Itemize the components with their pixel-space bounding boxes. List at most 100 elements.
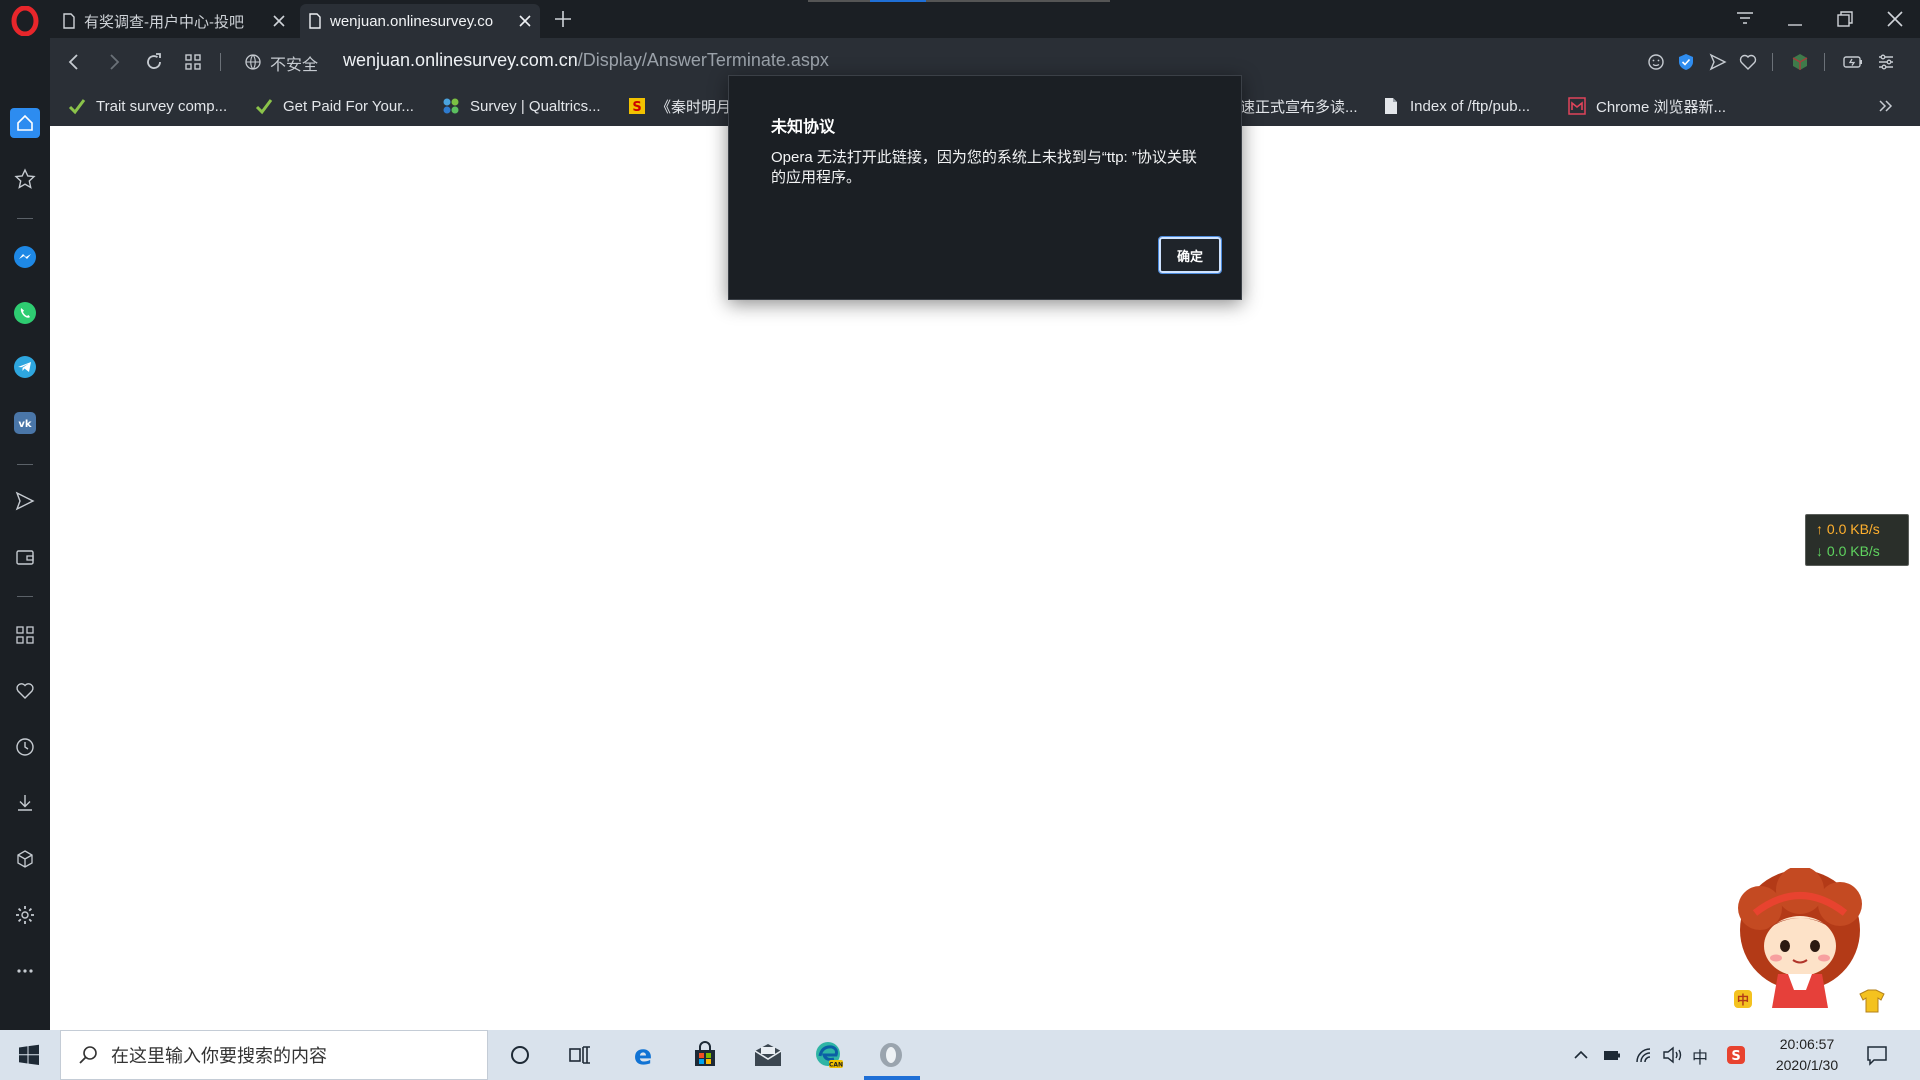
close-tab-icon[interactable] bbox=[272, 14, 286, 28]
messenger-button[interactable] bbox=[10, 242, 40, 272]
store-button[interactable] bbox=[690, 1040, 720, 1070]
whatsapp-icon bbox=[14, 302, 36, 324]
opera-logo-icon[interactable] bbox=[10, 6, 40, 36]
vk-button[interactable]: vk bbox=[10, 408, 40, 438]
svg-text:S: S bbox=[632, 100, 641, 115]
divider bbox=[1824, 53, 1825, 71]
sogou-ime-icon[interactable]: S bbox=[1726, 1045, 1746, 1065]
close-window-icon[interactable] bbox=[1882, 6, 1908, 32]
dialog-title: 未知协议 bbox=[771, 119, 836, 136]
send-icon bbox=[15, 491, 35, 511]
extension-cube-icon[interactable] bbox=[1790, 52, 1810, 72]
start-button[interactable] bbox=[14, 1040, 44, 1070]
edge-canary-button[interactable]: CAN bbox=[814, 1040, 844, 1070]
check-icon bbox=[68, 99, 86, 115]
tab-menu-icon[interactable] bbox=[1732, 6, 1758, 32]
speed-dial-button[interactable] bbox=[10, 164, 40, 194]
sidebar: vk bbox=[0, 38, 50, 1030]
bookmark-label: Get Paid For Your... bbox=[283, 97, 414, 115]
taskbar-clock[interactable]: 20:06:57 2020/1/30 bbox=[1762, 1034, 1852, 1076]
ok-button[interactable]: 确定 bbox=[1158, 236, 1222, 274]
flow-button[interactable] bbox=[10, 486, 40, 516]
home-icon bbox=[17, 114, 33, 131]
tab-tou8[interactable]: 有奖调查-用户中心-投吧 bbox=[54, 4, 294, 38]
forward-icon[interactable] bbox=[104, 52, 124, 72]
bookmark-chrome[interactable]: Chrome 浏览器新... bbox=[1568, 86, 1726, 126]
reload-icon[interactable] bbox=[144, 52, 164, 72]
edge-legacy-button[interactable]: e bbox=[628, 1040, 658, 1070]
network-speed-widget[interactable]: ↑ 0.0 KB/s ↓ 0.0 KB/s bbox=[1805, 514, 1909, 566]
bookmark-label: 速正式宣布多读... bbox=[1240, 98, 1358, 116]
bookmark-ftp-index[interactable]: Index of /ftp/pub... bbox=[1382, 86, 1530, 126]
adblock-shield-icon[interactable] bbox=[1676, 52, 1696, 72]
speed-dial-icon[interactable] bbox=[184, 53, 202, 71]
send-icon[interactable] bbox=[1708, 52, 1728, 72]
back-icon[interactable] bbox=[64, 52, 84, 72]
close-tab-icon[interactable] bbox=[518, 14, 532, 28]
heart-icon[interactable] bbox=[1738, 52, 1758, 72]
battery-saver-icon[interactable] bbox=[1842, 52, 1864, 72]
cortana-circle-icon bbox=[511, 1046, 529, 1064]
action-center-icon[interactable] bbox=[1866, 1044, 1888, 1066]
taskbar-search-box[interactable]: 在这里输入你要搜索的内容 bbox=[60, 1030, 488, 1080]
tab-wenjuan[interactable]: wenjuan.onlinesurvey.co bbox=[300, 4, 540, 38]
document-icon bbox=[1385, 98, 1397, 114]
bookmark-qinshi[interactable]: S 《秦时明月 bbox=[628, 86, 731, 126]
edge-canary-icon: CAN bbox=[816, 1042, 843, 1069]
history-button[interactable] bbox=[10, 732, 40, 762]
cortana-button[interactable] bbox=[505, 1040, 535, 1070]
upload-speed: ↑ 0.0 KB/s bbox=[1816, 521, 1880, 537]
security-label[interactable]: 不安全 bbox=[270, 51, 318, 75]
new-tab-icon[interactable] bbox=[552, 8, 574, 30]
loading-indicator bbox=[808, 0, 1110, 2]
bookmarks-button[interactable] bbox=[10, 676, 40, 706]
minimize-icon[interactable] bbox=[1782, 6, 1808, 32]
easy-setup-icon[interactable] bbox=[1876, 52, 1896, 72]
task-view-button[interactable] bbox=[565, 1040, 595, 1070]
url-field[interactable]: wenjuan.onlinesurvey.com.cn/Display/Answ… bbox=[343, 50, 829, 71]
grid-icon bbox=[16, 626, 34, 644]
mail-icon bbox=[754, 1044, 782, 1066]
whatsapp-button[interactable] bbox=[10, 298, 40, 328]
more-bookmarks-icon[interactable] bbox=[1876, 97, 1894, 115]
dialog-message: Opera 无法打开此链接，因为您的系统上未找到与“ttp: ”协议关联的应用程… bbox=[771, 149, 1197, 186]
speed-dial-grid-button[interactable] bbox=[10, 620, 40, 650]
network-icon[interactable] bbox=[1634, 1046, 1654, 1064]
downloads-button[interactable] bbox=[10, 788, 40, 818]
sidebar-separator bbox=[17, 464, 33, 465]
svg-text:S: S bbox=[1731, 1049, 1740, 1064]
bookmark-qualtrics[interactable]: Survey | Qualtrics... bbox=[442, 86, 601, 126]
extensions-button[interactable] bbox=[10, 844, 40, 874]
tray-expand-icon[interactable] bbox=[1572, 1047, 1590, 1063]
star-icon bbox=[14, 168, 36, 189]
bookmark-label: Index of /ftp/pub... bbox=[1410, 97, 1531, 115]
tab-label: 有奖调查-用户中心-投吧 bbox=[84, 13, 244, 31]
sidebar-separator bbox=[17, 596, 33, 597]
settings-button[interactable] bbox=[10, 900, 40, 930]
home-button[interactable] bbox=[10, 108, 40, 138]
gear-icon bbox=[16, 906, 34, 924]
heart-icon bbox=[16, 683, 34, 699]
telegram-button[interactable] bbox=[10, 352, 40, 382]
ime-indicator[interactable]: 中 bbox=[1692, 1044, 1708, 1068]
bookmark-duodu[interactable]: 速正式宣布多读... bbox=[1240, 86, 1358, 126]
check-icon bbox=[255, 99, 273, 115]
svg-text:CAN: CAN bbox=[829, 1062, 843, 1069]
opera-taskbar-button[interactable] bbox=[876, 1040, 906, 1070]
volume-icon[interactable] bbox=[1662, 1046, 1684, 1064]
bookmark-trait-survey[interactable]: Trait survey comp... bbox=[68, 86, 227, 126]
desktop-mascot-image[interactable]: 中 bbox=[1730, 868, 1900, 1018]
emoji-icon[interactable] bbox=[1646, 52, 1666, 72]
more-sidebar-button[interactable] bbox=[10, 956, 40, 986]
restore-icon[interactable] bbox=[1832, 6, 1858, 32]
bookmark-label: 《秦时明月 bbox=[656, 98, 732, 116]
bookmark-site-icon: S bbox=[629, 98, 645, 115]
search-icon bbox=[79, 1046, 97, 1064]
mail-button[interactable] bbox=[753, 1040, 783, 1070]
qualtrics-icon bbox=[443, 98, 459, 114]
url-path: /Display/AnswerTerminate.aspx bbox=[577, 50, 829, 70]
bookmark-get-paid[interactable]: Get Paid For Your... bbox=[255, 86, 414, 126]
wallet-button[interactable] bbox=[10, 542, 40, 572]
battery-icon[interactable] bbox=[1602, 1046, 1622, 1064]
globe-icon[interactable] bbox=[244, 53, 262, 71]
